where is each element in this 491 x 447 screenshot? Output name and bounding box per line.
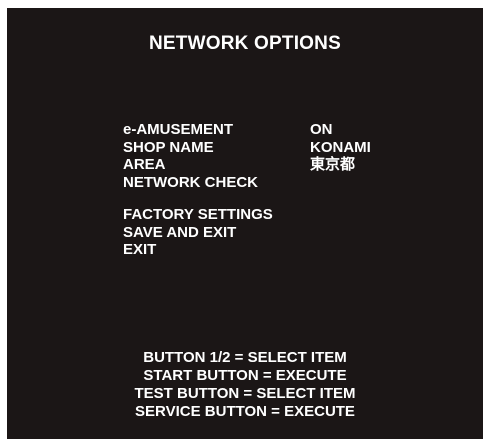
menu-item-e-amusement[interactable]: e-AMUSEMENT ON — [123, 121, 371, 139]
instruction-select: BUTTON 1/2 = SELECT ITEM — [143, 349, 347, 366]
menu-item-label: AREA — [123, 156, 166, 174]
network-options-panel: NETWORK OPTIONS e-AMUSEMENT ON SHOP NAME… — [7, 8, 483, 439]
menu-item-save-and-exit[interactable]: SAVE AND EXIT — [123, 224, 371, 242]
button-instructions: BUTTON 1/2 = SELECT ITEM START BUTTON = … — [7, 349, 483, 421]
menu-item-area[interactable]: AREA 東京都 — [123, 156, 371, 174]
menu-item-exit[interactable]: EXIT — [123, 241, 371, 259]
page-title: NETWORK OPTIONS — [149, 33, 341, 54]
menu-group-spacer — [123, 191, 371, 206]
instruction-test: TEST BUTTON = SELECT ITEM — [134, 385, 356, 402]
instruction-start: START BUTTON = EXECUTE — [143, 367, 347, 384]
menu-item-label: SAVE AND EXIT — [123, 223, 237, 241]
menu-item-value: ON — [310, 121, 333, 139]
menu-item-label: EXIT — [123, 241, 157, 259]
menu-item-label: FACTORY SETTINGS — [123, 206, 273, 224]
menu-item-shop-name[interactable]: SHOP NAME KONAMI — [123, 139, 371, 157]
menu-item-value: 東京都 — [310, 156, 356, 174]
menu-item-network-check[interactable]: NETWORK CHECK — [123, 174, 371, 192]
menu-item-value: KONAMI — [310, 138, 371, 156]
menu-item-label: NETWORK CHECK — [123, 173, 258, 191]
menu-list: e-AMUSEMENT ON SHOP NAME KONAMI AREA 東京都… — [123, 121, 371, 259]
menu-item-factory-settings[interactable]: FACTORY SETTINGS — [123, 206, 371, 224]
menu-item-label: SHOP NAME — [123, 138, 214, 156]
instruction-service: SERVICE BUTTON = EXECUTE — [135, 403, 355, 420]
menu-item-label: e-AMUSEMENT — [123, 121, 234, 139]
screen: NETWORK OPTIONS e-AMUSEMENT ON SHOP NAME… — [0, 0, 491, 447]
